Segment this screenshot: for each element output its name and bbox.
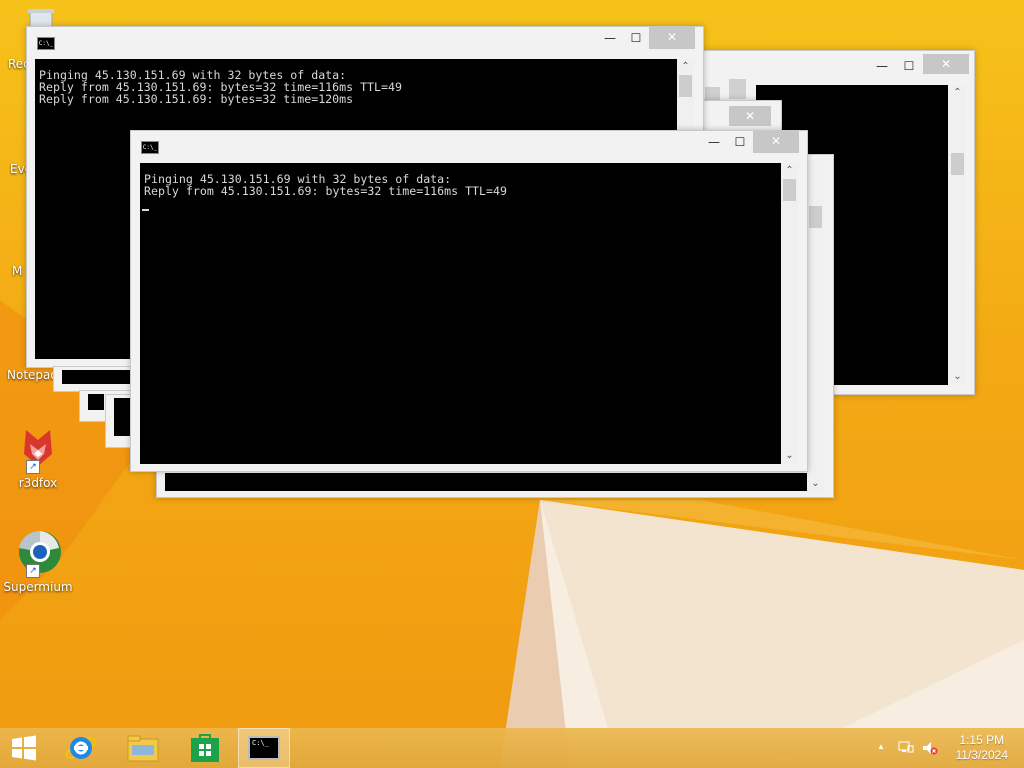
close-button[interactable]: ✕ <box>753 131 799 153</box>
clock-time: 1:15 PM <box>959 733 1005 747</box>
supermium-icon: ↗ <box>14 528 62 578</box>
maximize-button[interactable]: ☐ <box>623 28 649 48</box>
console-output: Pinging 45.130.151.69 with 32 bytes of d… <box>144 172 507 198</box>
ie-icon <box>65 737 97 759</box>
text-cursor <box>142 209 149 211</box>
shortcut-arrow-icon: ↗ <box>26 460 40 474</box>
clock-date: 11/3/2024 <box>955 748 1009 762</box>
folder-icon <box>127 735 159 762</box>
start-button[interactable] <box>0 728 48 768</box>
cmd-icon: C:\_ <box>248 736 280 760</box>
stacked-window-edge <box>88 394 104 410</box>
cmd-window-icon[interactable]: C:\_ <box>37 37 55 50</box>
cmd-window-front[interactable]: C:\_ — ☐ ✕ Pinging 45.130.151.69 with 32… <box>130 130 808 472</box>
maximize-button[interactable]: ☐ <box>727 132 753 152</box>
minimize-button[interactable]: — <box>597 28 623 48</box>
desktop-icon-r3dfox[interactable]: ↗ r3dfox <box>3 426 73 490</box>
maximize-button[interactable]: ☐ <box>896 56 922 76</box>
console-area[interactable]: Pinging 45.130.151.69 with 32 bytes of d… <box>140 163 781 464</box>
ghost-tile <box>705 87 720 101</box>
close-button[interactable]: ✕ <box>649 27 695 49</box>
desktop-icon-supermium[interactable]: ↗ Supermium <box>3 528 73 594</box>
taskbar-store[interactable] <box>178 728 232 768</box>
cmd-icon-text: C:\_ <box>252 739 269 747</box>
console-area[interactable] <box>165 473 807 491</box>
vertical-scrollbar[interactable]: ⌄ <box>807 160 824 492</box>
show-hidden-icons-button[interactable]: ▲ <box>877 742 885 751</box>
scroll-thumb[interactable] <box>951 153 964 175</box>
taskbar-internet-explorer[interactable] <box>54 728 108 768</box>
volume-muted-icon[interactable] <box>922 740 938 756</box>
minimize-button[interactable]: — <box>869 56 895 76</box>
windows-logo-icon <box>12 735 36 761</box>
scroll-down-icon[interactable]: ⌄ <box>949 369 966 385</box>
cmd-window-icon[interactable]: C:\_ <box>141 141 159 154</box>
stacked-window-edge <box>62 370 130 384</box>
taskbar-command-prompt[interactable]: C:\_ <box>238 728 290 768</box>
scroll-up-icon[interactable]: ⌃ <box>949 85 966 101</box>
scroll-down-icon[interactable]: ⌄ <box>781 448 798 464</box>
desktop-icon-label: r3dfox <box>18 476 58 490</box>
r3dfox-icon: ↗ <box>14 426 62 474</box>
vertical-scrollbar[interactable]: ⌃ ⌄ <box>781 163 798 464</box>
ghost-tile <box>729 79 746 99</box>
taskbar: C:\_ ▲ 1:15 PM 11/3/2024 <box>0 728 1024 768</box>
scroll-up-icon[interactable]: ⌃ <box>677 59 694 75</box>
close-button[interactable]: ✕ <box>923 54 969 74</box>
store-icon <box>191 734 219 762</box>
scroll-thumb[interactable] <box>809 206 822 228</box>
desktop-icon-label: Supermium <box>3 580 73 594</box>
vertical-scrollbar[interactable]: ⌃ ⌄ <box>949 85 966 385</box>
scroll-down-icon[interactable]: ⌄ <box>807 476 824 492</box>
stacked-window-edge <box>114 398 130 436</box>
console-output: Pinging 45.130.151.69 with 32 bytes of d… <box>39 68 402 106</box>
scroll-thumb[interactable] <box>679 75 692 97</box>
network-icon[interactable] <box>898 740 914 756</box>
system-tray: ▲ <box>868 728 948 768</box>
close-button[interactable]: ✕ <box>729 106 771 126</box>
clock[interactable]: 1:15 PM 11/3/2024 <box>956 733 1009 763</box>
scroll-up-icon[interactable]: ⌃ <box>781 163 798 179</box>
shortcut-arrow-icon: ↗ <box>26 564 40 578</box>
minimize-button[interactable]: — <box>701 132 727 152</box>
taskbar-file-explorer[interactable] <box>116 728 170 768</box>
scroll-thumb[interactable] <box>783 179 796 201</box>
